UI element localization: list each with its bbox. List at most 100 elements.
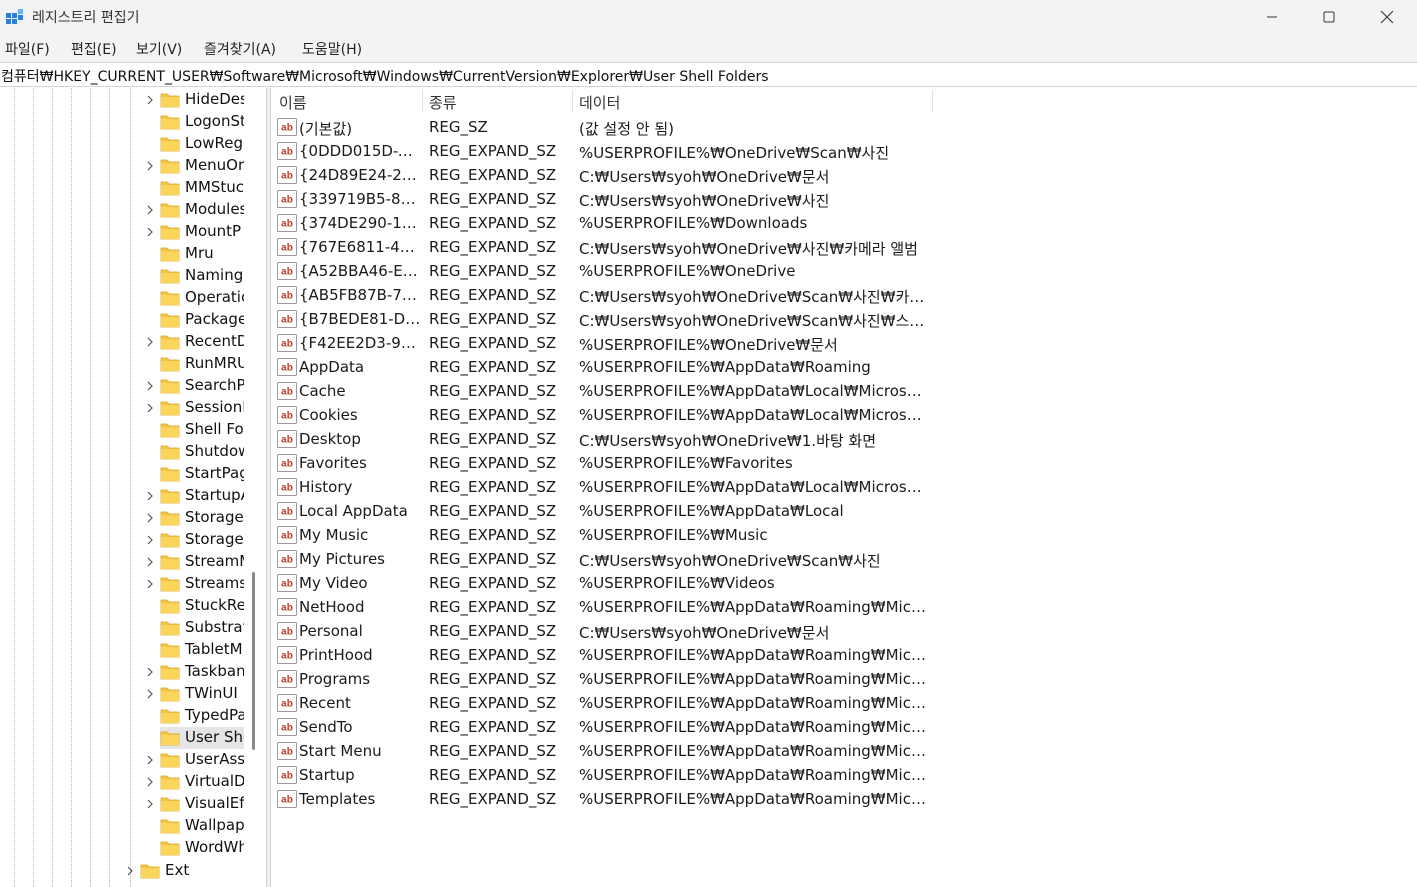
value-row[interactable]: ab My Music REG_EXPAND_SZ %USERPROFILE%₩Mus… (271, 524, 1417, 548)
chevron-right-icon[interactable] (124, 865, 136, 877)
column-header-type[interactable]: 종류 (421, 88, 571, 114)
value-row[interactable]: ab Templates REG_EXPAND_SZ %USERPROFILE%₩Ap… (271, 788, 1417, 812)
value-row[interactable]: ab PrintHood REG_EXPAND_SZ %USERPROFILE%₩Ap… (271, 644, 1417, 668)
value-row[interactable]: ab {767E6811-49CB... REG_EXPAND_SZ C:₩Users… (271, 236, 1417, 260)
chevron-right-icon[interactable] (144, 798, 156, 810)
value-row[interactable]: ab {AB5FB87B-7CE2... REG_EXPAND_SZ C:₩Users… (271, 284, 1417, 308)
tree-item[interactable]: StuckRe (160, 595, 244, 617)
chevron-right-icon[interactable] (144, 754, 156, 766)
tree-item[interactable]: RunMRU (160, 353, 244, 375)
chevron-right-icon[interactable] (144, 380, 156, 392)
menu-view[interactable]: 보기(V) (136, 39, 182, 59)
chevron-right-icon[interactable] (144, 666, 156, 678)
value-row[interactable]: ab {F42EE2D3-909F... REG_EXPAND_SZ %USERPRO… (271, 332, 1417, 356)
chevron-right-icon[interactable] (144, 226, 156, 238)
address-path[interactable]: 컴퓨터₩HKEY_CURRENT_USER₩Software₩Microsoft… (1, 66, 769, 86)
tree-item[interactable]: Modules (147, 199, 244, 221)
value-row[interactable]: ab Cookies REG_EXPAND_SZ %USERPROFILE%₩AppD… (271, 404, 1417, 428)
tree-item[interactable]: VirtualD (147, 771, 244, 793)
chevron-right-icon[interactable] (144, 160, 156, 172)
chevron-right-icon[interactable] (144, 534, 156, 546)
value-list-pane[interactable]: 이름 종류 데이터 ab (기본값) REG_SZ (값 설정 안 됨) ab {0DDD… (271, 88, 1417, 887)
tree-item[interactable]: Shell Fol (160, 419, 244, 441)
value-row[interactable]: ab Start Menu REG_EXPAND_SZ %USERPROFILE%₩A… (271, 740, 1417, 764)
value-row[interactable]: ab History REG_EXPAND_SZ %USERPROFILE%₩AppD… (271, 476, 1417, 500)
tree-item[interactable]: Shutdow (160, 441, 244, 463)
value-row[interactable]: ab (기본값) REG_SZ (값 설정 안 됨) (271, 116, 1417, 140)
menu-file[interactable]: 파일(F) (5, 39, 50, 59)
column-header-name[interactable]: 이름 (271, 88, 421, 114)
tree-item[interactable]: User She (160, 727, 244, 749)
tree-item[interactable]: RecentD (147, 331, 244, 353)
value-row[interactable]: ab {374DE290-123F... REG_EXPAND_SZ %USERPRO… (271, 212, 1417, 236)
tree-item[interactable]: Operatic (160, 287, 244, 309)
value-row[interactable]: ab Favorites REG_EXPAND_SZ %USERPROFILE%₩Fa… (271, 452, 1417, 476)
value-row[interactable]: ab NetHood REG_EXPAND_SZ %USERPROFILE%₩AppD… (271, 596, 1417, 620)
tree-item[interactable]: SessionI (147, 397, 244, 419)
value-row[interactable]: ab Personal REG_EXPAND_SZ C:₩Users₩syoh₩One… (271, 620, 1417, 644)
value-row[interactable]: ab {0DDD015D-B06... REG_EXPAND_SZ %USERPROF… (271, 140, 1417, 164)
chevron-right-icon[interactable] (144, 688, 156, 700)
tree-item[interactable]: TWinUI (147, 683, 244, 705)
chevron-right-icon[interactable] (144, 776, 156, 788)
chevron-right-icon[interactable] (144, 490, 156, 502)
value-row[interactable]: ab Recent REG_EXPAND_SZ %USERPROFILE%₩AppDa… (271, 692, 1417, 716)
value-row[interactable]: ab Programs REG_EXPAND_SZ %USERPROFILE%₩App… (271, 668, 1417, 692)
tree-item[interactable]: Substrat (160, 617, 244, 639)
menu-favorites[interactable]: 즐겨찾기(A) (204, 39, 276, 59)
maximize-button[interactable] (1306, 0, 1352, 34)
value-row[interactable]: ab Local AppData REG_EXPAND_SZ %USERPROFILE… (271, 500, 1417, 524)
minimize-button[interactable] (1249, 0, 1295, 34)
tree-item[interactable]: StorageF (147, 529, 244, 551)
tree-scrollbar-thumb[interactable] (252, 572, 255, 750)
menu-help[interactable]: 도움말(H) (302, 39, 362, 59)
tree-item[interactable]: HideDes (147, 89, 244, 111)
column-header-data[interactable]: 데이터 (571, 88, 931, 114)
chevron-right-icon[interactable] (144, 336, 156, 348)
tree-item[interactable]: MMStuc (160, 177, 244, 199)
chevron-right-icon[interactable] (144, 94, 156, 106)
menu-edit[interactable]: 편집(E) (71, 39, 117, 59)
tree-item[interactable]: MenuOr (147, 155, 244, 177)
value-row[interactable]: ab Cache REG_EXPAND_SZ %USERPROFILE%₩AppDat… (271, 380, 1417, 404)
tree-item[interactable]: Naming (160, 265, 244, 287)
tree-item[interactable]: StorageF (147, 507, 244, 529)
value-row[interactable]: ab Desktop REG_EXPAND_SZ C:₩Users₩syoh₩OneD… (271, 428, 1417, 452)
address-bar[interactable]: 컴퓨터₩HKEY_CURRENT_USER₩Software₩Microsoft… (0, 62, 1417, 87)
tree-item[interactable]: Wallpap (160, 815, 244, 837)
tree-item[interactable]: TypedPa (160, 705, 244, 727)
tree-item[interactable]: SearchPl (147, 375, 244, 397)
tree-item[interactable]: LowRegi (160, 133, 244, 155)
tree-scrollbar[interactable] (244, 88, 266, 887)
tree-item-parent[interactable]: Ext (127, 860, 244, 882)
close-button[interactable] (1364, 0, 1410, 34)
tree-item[interactable]: Package (160, 309, 244, 331)
tree-item[interactable]: UserAssi (147, 749, 244, 771)
tree-item[interactable]: VisualEf (147, 793, 244, 815)
value-row[interactable]: ab {A52BBA46-E9E1... REG_EXPAND_SZ %USERPRO… (271, 260, 1417, 284)
value-row[interactable]: ab Startup REG_EXPAND_SZ %USERPROFILE%₩AppD… (271, 764, 1417, 788)
tree-item[interactable]: Streams (147, 573, 244, 595)
tree-item[interactable]: WordWh (160, 837, 244, 859)
chevron-right-icon[interactable] (144, 512, 156, 524)
tree-item[interactable]: TabletM (160, 639, 244, 661)
tree-item[interactable]: Taskban (147, 661, 244, 683)
key-tree-pane[interactable]: HideDes LogonSt LowRegi MenuOr MMStuc Modules… (0, 88, 244, 887)
tree-item[interactable]: StartPag (160, 463, 244, 485)
chevron-right-icon[interactable] (144, 204, 156, 216)
value-row[interactable]: ab {24D89E24-2F19... REG_EXPAND_SZ C:₩Users… (271, 164, 1417, 188)
chevron-right-icon[interactable] (144, 556, 156, 568)
tree-item[interactable]: StartupA (147, 485, 244, 507)
tree-item[interactable]: Mru (160, 243, 244, 265)
value-row[interactable]: ab {B7BEDE81-DF9... REG_EXPAND_SZ C:₩Users₩… (271, 308, 1417, 332)
tree-item[interactable]: StreamM (147, 551, 244, 573)
chevron-right-icon[interactable] (144, 578, 156, 590)
value-row[interactable]: ab SendTo REG_EXPAND_SZ %USERPROFILE%₩AppDa… (271, 716, 1417, 740)
value-row[interactable]: ab My Video REG_EXPAND_SZ %USERPROFILE%₩Vid… (271, 572, 1417, 596)
value-row[interactable]: ab {339719B5-8C47... REG_EXPAND_SZ C:₩Users… (271, 188, 1417, 212)
tree-item[interactable]: MountP (147, 221, 244, 243)
value-row[interactable]: ab My Pictures REG_EXPAND_SZ C:₩Users₩syoh₩… (271, 548, 1417, 572)
chevron-right-icon[interactable] (144, 402, 156, 414)
tree-item[interactable]: LogonSt (160, 111, 244, 133)
value-row[interactable]: ab AppData REG_EXPAND_SZ %USERPROFILE%₩AppD… (271, 356, 1417, 380)
